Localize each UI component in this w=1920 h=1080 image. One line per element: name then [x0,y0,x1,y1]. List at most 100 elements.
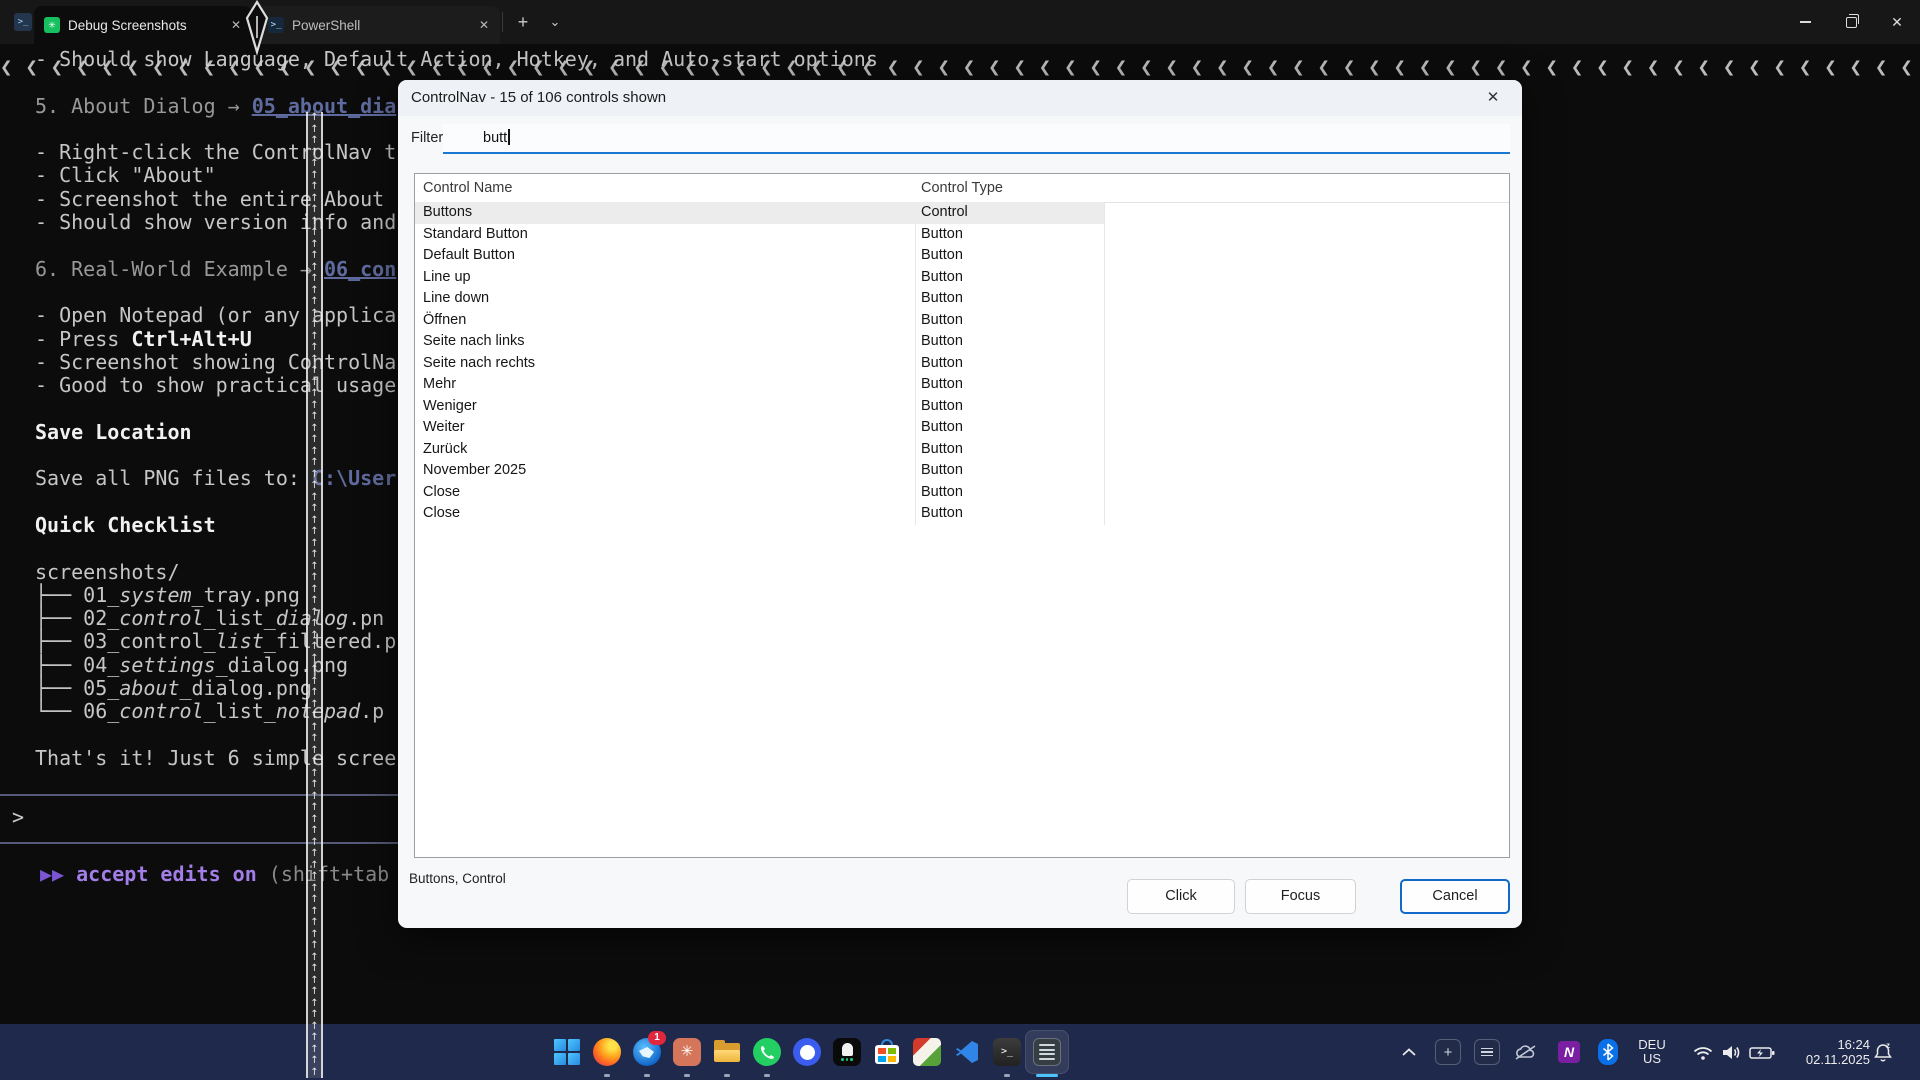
tray-bluetooth-icon[interactable] [1598,1024,1618,1080]
list-icon [1033,1038,1061,1066]
table-row[interactable]: Öffnen Button [415,310,1509,332]
notification-badge: 1 [648,1031,666,1045]
window-close-button[interactable]: ✕ [1874,0,1920,44]
table-row[interactable]: November 2025 Button [415,460,1509,482]
artifact-pen-icon [243,0,271,56]
table-row[interactable]: Default Button Button [415,245,1509,267]
tab-dropdown-icon[interactable]: ⌄ [542,8,568,36]
text-caret [508,129,510,145]
start-button[interactable] [547,1024,587,1080]
taskbar-vscode[interactable] [947,1024,987,1080]
new-tab-button[interactable]: + [510,8,536,36]
control-name-cell: Weniger [423,396,477,418]
vscode-icon [954,1039,980,1065]
terminal-line: - Right-click the ControlNav t [35,141,397,164]
tab-powershell[interactable]: >_ PowerShell ✕ [258,6,500,44]
tray-n-app-icon[interactable]: N [1558,1024,1580,1080]
taskbar-claude[interactable]: ✳ [667,1024,707,1080]
running-indicator [764,1074,770,1077]
running-indicator [604,1074,610,1077]
control-list[interactable]: Control Name Control Type Buttons Contro… [414,173,1510,858]
running-indicator [1004,1074,1010,1077]
table-row[interactable]: Buttons Control [415,202,1509,224]
running-indicator [644,1074,650,1077]
table-row[interactable]: Zurück Button [415,439,1509,461]
control-type-cell: Button [921,374,963,396]
column-header-control-name[interactable]: Control Name [423,174,512,202]
tray-plus-tile-icon[interactable]: + [1434,1024,1462,1080]
terminal-line: ▶▶ accept edits on (shift+tab t [40,863,397,886]
tray-language-indicator[interactable]: DEU US [1632,1024,1672,1080]
table-row[interactable]: Close Button [415,503,1509,525]
table-row[interactable]: Standard Button Button [415,224,1509,246]
table-row[interactable]: Mehr Button [415,374,1509,396]
tab-green-icon: ✳ [44,17,60,33]
tab-label: PowerShell [292,18,472,33]
tray-battery-charging-icon[interactable] [1748,1024,1776,1080]
prompt-box-top-border [0,794,398,796]
control-name-cell: Close [423,503,460,525]
click-button[interactable]: Click [1127,879,1235,914]
taskbar-thunderbird[interactable]: 1 [627,1024,667,1080]
control-type-cell: Button [921,503,963,525]
table-row[interactable]: Line up Button [415,267,1509,289]
terminal-line: Save all PNG files to: C:\User [35,467,397,490]
taskbar-controlnav[interactable] [1027,1024,1067,1080]
minimize-button[interactable] [1782,0,1828,44]
tray-notification-bell-icon[interactable]: z [1870,1024,1896,1080]
control-type-cell: Button [921,267,963,289]
taskbar-irfanview[interactable] [907,1024,947,1080]
terminal-line [35,724,397,747]
taskbar-firefox[interactable] [587,1024,627,1080]
filter-label: Filter: [411,130,447,146]
tray-wifi-icon[interactable] [1691,1024,1715,1080]
control-type-cell: Button [921,396,963,418]
taskbar-whatsapp[interactable] [747,1024,787,1080]
terminal-line: └── 06_control_list_notepad.p [35,700,397,723]
control-name-cell: Öffnen [423,310,466,332]
taskbar-signal[interactable] [787,1024,827,1080]
taskbar-microsoft-store[interactable] [867,1024,907,1080]
column-header-control-type[interactable]: Control Type [921,174,1003,202]
terminal-prompt[interactable]: > [12,805,24,829]
table-row[interactable]: Seite nach rechts Button [415,353,1509,375]
terminal-line: - Screenshot showing ControlNa [35,351,397,374]
terminal-line: ├── 01_system_tray.png [35,584,397,607]
tray-list-tile-icon[interactable] [1473,1024,1501,1080]
filter-input[interactable]: butt [443,124,1510,154]
table-row[interactable]: Weiter Button [415,417,1509,439]
control-type-cell: Button [921,417,963,439]
table-row[interactable]: Weniger Button [415,396,1509,418]
tab-close-icon[interactable]: ✕ [472,18,496,32]
taskbar-pinned-apps: 1 ✳ [547,1024,1067,1080]
terminal-line: - Press Ctrl+Alt+U [35,328,397,351]
restore-button[interactable] [1828,0,1874,44]
table-row[interactable]: Seite nach links Button [415,331,1509,353]
taskbar-windows-terminal[interactable]: >_ [987,1024,1027,1080]
tray-onedrive-paused-icon[interactable] [1513,1024,1539,1080]
irfanview-icon [913,1038,941,1066]
signal-icon [793,1038,821,1066]
dialog-close-icon[interactable]: ✕ [1478,84,1508,112]
taskbar-proton-pass[interactable] [827,1024,867,1080]
dialog-title-bar[interactable]: ControlNav - 15 of 106 controls shown ✕ [398,80,1522,116]
cancel-button[interactable]: Cancel [1400,879,1510,914]
table-header[interactable]: Control Name Control Type [415,174,1509,203]
svg-text:z: z [1886,1041,1890,1050]
terminal-line: Quick Checklist [35,514,397,537]
tray-volume-icon[interactable] [1720,1024,1744,1080]
focus-button[interactable]: Focus [1245,879,1356,914]
terminal-line: 5. About Dialog → 05_about_dia [35,95,397,118]
control-name-cell: Buttons [423,202,472,224]
table-row[interactable]: Close Button [415,482,1509,504]
tray-clock[interactable]: 16:24 02.11.2025 [1786,1024,1870,1080]
taskbar-file-explorer[interactable] [707,1024,747,1080]
tab-debug-screenshots[interactable]: ✳ Debug Screenshots ✕ [34,6,252,44]
claude-icon: ✳ [673,1038,701,1066]
terminal-line: screenshots/ [35,561,397,584]
windows-logo-icon [554,1039,580,1065]
table-row[interactable]: Line down Button [415,288,1509,310]
window-controls: ✕ [1782,0,1920,44]
tray-chevron-up-icon[interactable] [1398,1024,1420,1080]
control-name-cell: Mehr [423,374,456,396]
